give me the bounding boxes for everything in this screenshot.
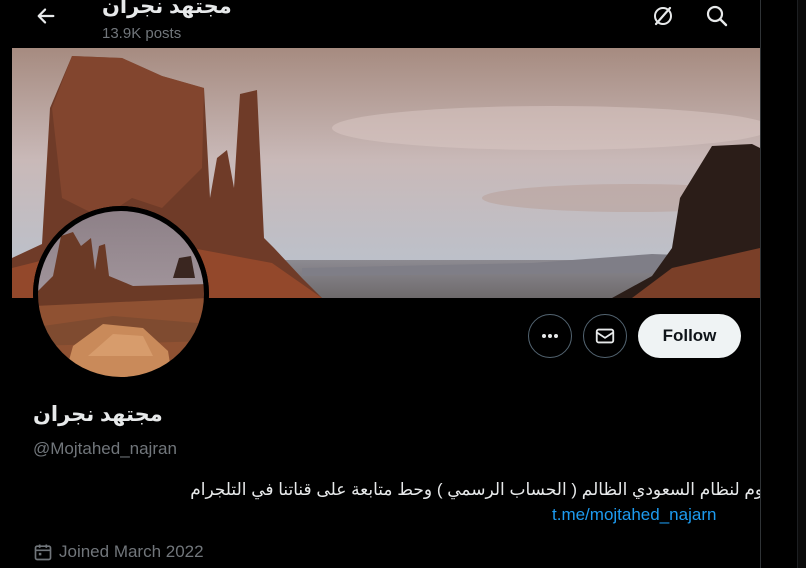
scrollbar[interactable] [797,0,806,568]
ellipsis-icon [542,334,558,338]
message-button[interactable] [583,314,627,358]
back-button[interactable] [32,4,60,28]
envelope-icon [595,328,615,344]
joined-label: Joined March 2022 [59,542,204,561]
avatar-image [33,206,209,382]
more-button[interactable] [528,314,572,358]
right-sidebar-edge [760,0,806,568]
user-handle: @Mojtahed_najran [33,439,177,458]
arrow-left-icon [37,8,55,24]
avatar[interactable] [33,206,209,382]
left-edge [0,0,12,568]
grok-icon [654,6,672,26]
grok-button[interactable] [650,4,676,28]
calendar-icon [34,544,52,561]
display-name: مجتهد نجران [33,403,163,426]
bio-text: مقاوم لنظام السعودي الظالم ( الحساب الرس… [190,480,786,499]
search-button[interactable] [704,4,730,28]
posts-count: 13.9K posts [102,25,182,42]
page-title: مجتهد نجران [102,0,232,18]
joined-date: Joined March 2022 [33,542,204,562]
search-icon [706,5,728,27]
profile-header: مجتهد نجران 13.9K posts [12,0,760,48]
bio-link[interactable]: t.me/mojtahed_najarn [552,505,716,525]
follow-button[interactable]: Follow [638,314,741,358]
